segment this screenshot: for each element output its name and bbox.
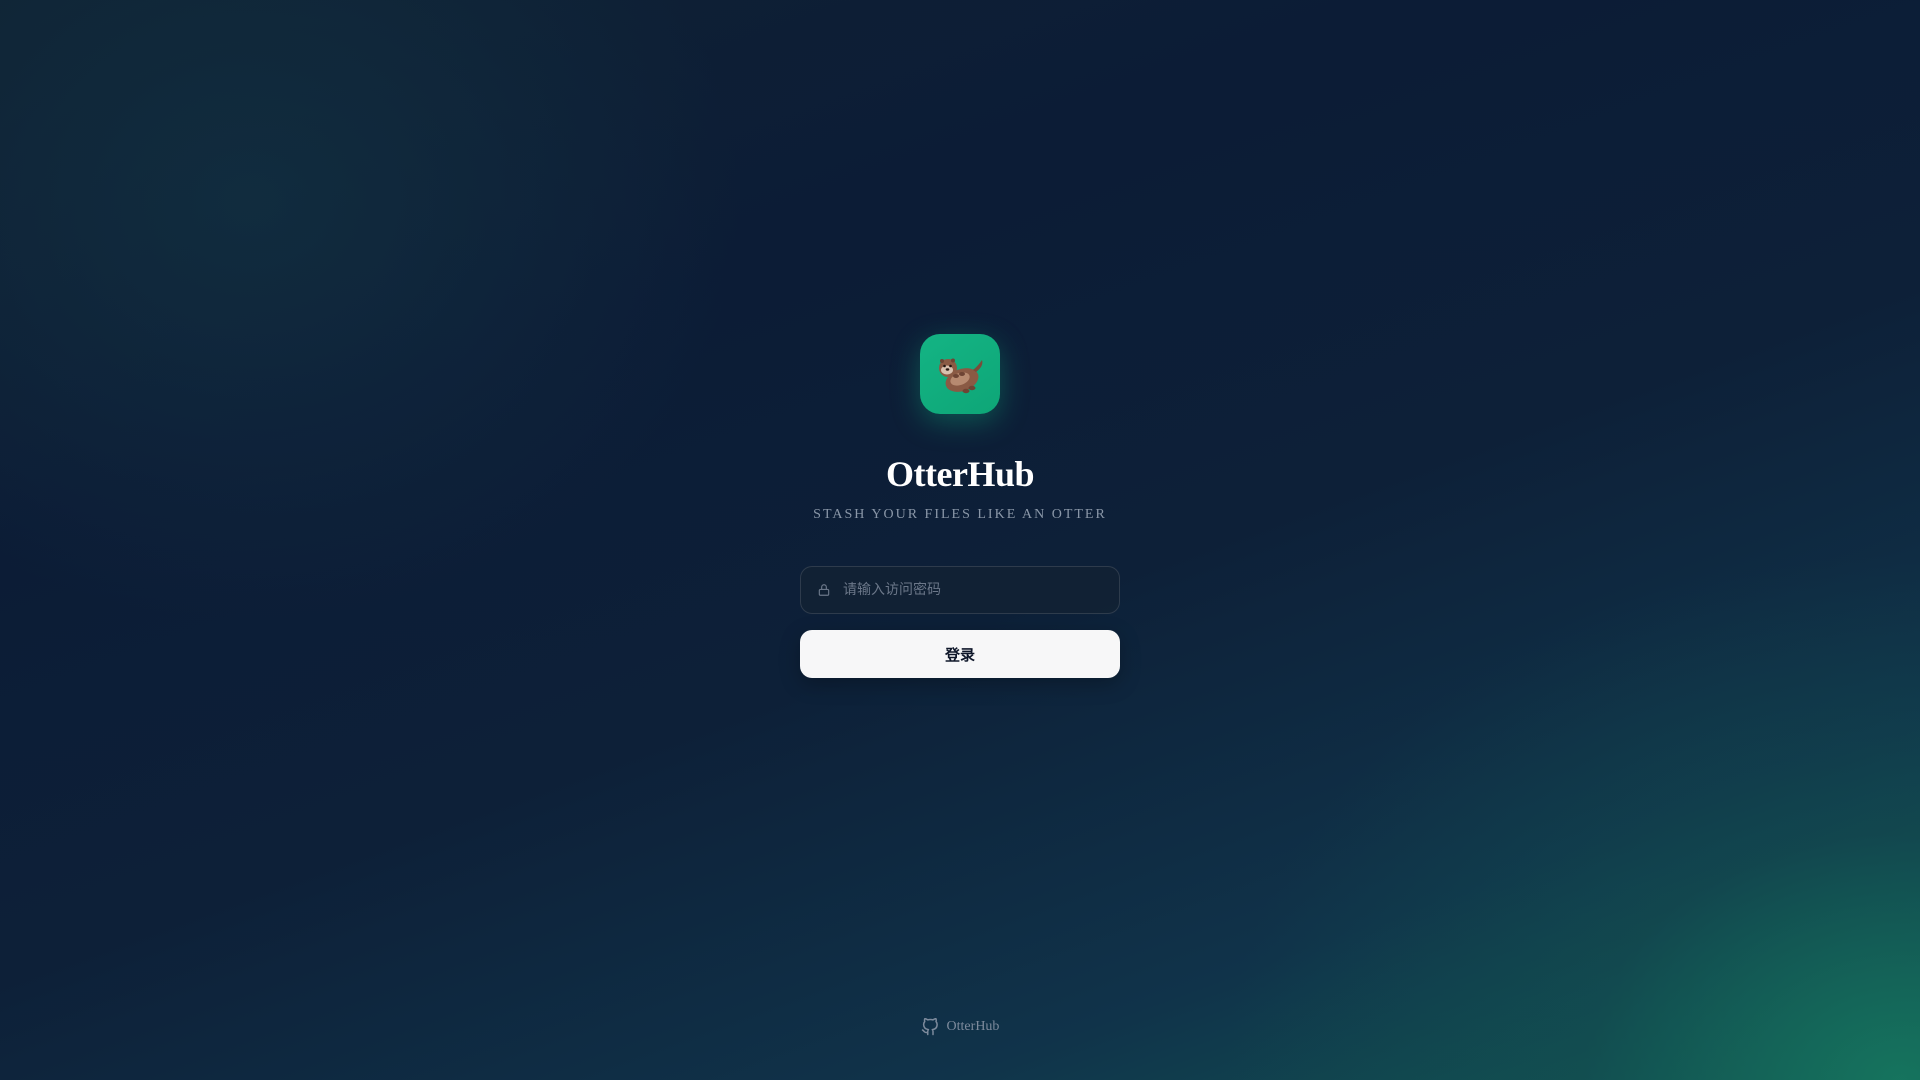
password-input[interactable] bbox=[841, 566, 1119, 614]
github-icon bbox=[921, 1018, 938, 1036]
github-link-label: OtterHub bbox=[946, 1019, 1000, 1034]
app-tagline: STASH YOUR FILES LIKE AN OTTER bbox=[813, 507, 1107, 522]
footer: OtterHub bbox=[0, 1018, 1920, 1036]
github-link[interactable]: OtterHub bbox=[921, 1018, 1000, 1036]
login-button[interactable]: 登录 bbox=[800, 630, 1120, 678]
otter-icon bbox=[939, 358, 983, 394]
app-logo bbox=[920, 334, 1000, 414]
password-field-wrapper[interactable] bbox=[800, 566, 1120, 614]
lock-icon bbox=[818, 584, 830, 596]
login-panel: OtterHub STASH YOUR FILES LIKE AN OTTER … bbox=[800, 334, 1120, 678]
app-title: OtterHub bbox=[886, 454, 1034, 494]
